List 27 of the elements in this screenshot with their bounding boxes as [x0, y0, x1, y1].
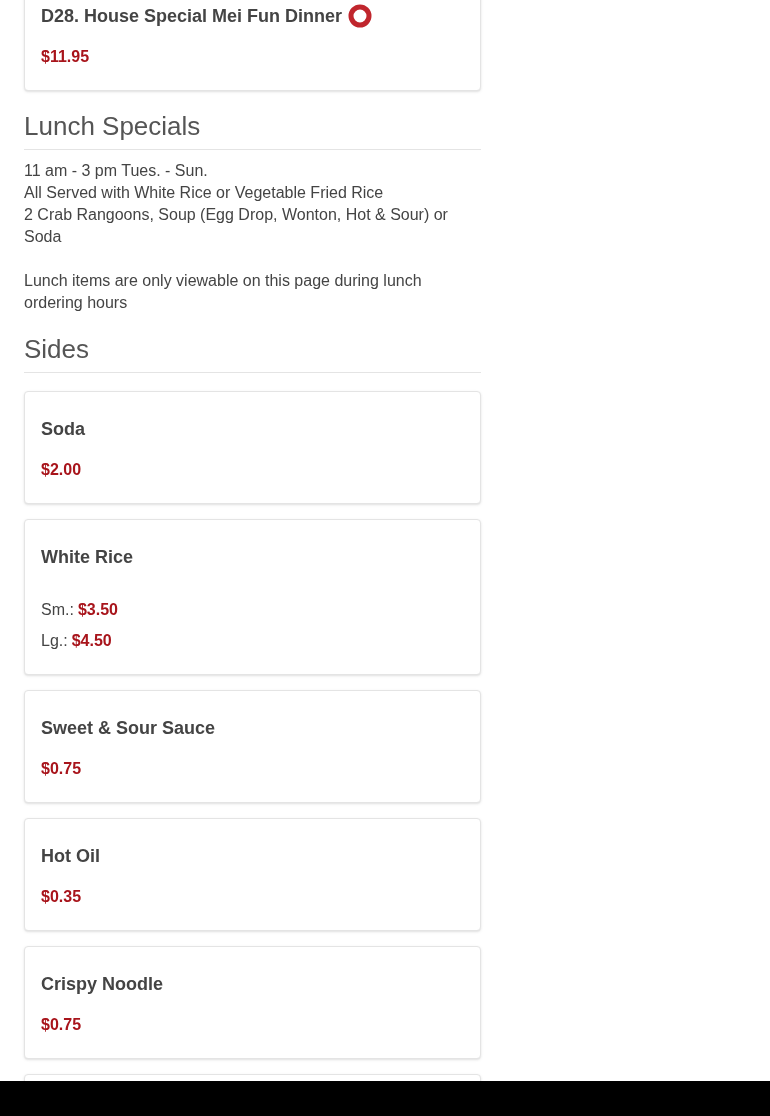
item-price: $0.75 [41, 759, 82, 779]
item-name: Sweet & Sour Sauce [41, 717, 216, 740]
menu-item-card[interactable]: Crispy Noodle $0.75 [24, 946, 481, 1059]
menu-item-card[interactable]: Hot Oil $0.35 [24, 818, 481, 931]
item-price: $11.95 [41, 47, 90, 67]
item-name: Hot Oil [41, 845, 100, 868]
item-price: $0.35 [41, 887, 82, 907]
size-label: Sm.: [41, 600, 74, 620]
menu-item-card[interactable]: D28. House Special Mei Fun Dinner $11.95 [24, 0, 481, 91]
size-label: Lg.: [41, 631, 68, 651]
description-text: 11 am - 3 pm Tues. - Sun. [24, 161, 209, 181]
description-text: 2 Crab Rangoons, Soup (Egg Drop, Wonton, Hot & Sour) or Soda [24, 205, 449, 247]
item-price: $4.50 [71, 631, 112, 651]
menu-item-card[interactable]: Soda $2.00 [24, 391, 481, 504]
item-price: $0.75 [41, 1015, 82, 1035]
menu-item-card[interactable]: Sweet & Sour Sauce $0.75 [24, 690, 481, 803]
section-heading: Sides [24, 332, 481, 373]
menu-item-card[interactable]: White Rice Sm.: $3.50 Lg.: $4.50 [24, 519, 481, 675]
item-name: Soda [41, 418, 85, 441]
item-name: Crispy Noodle [41, 973, 164, 996]
description-text: All Served with White Rice or Vegetable Fried Rice [24, 183, 385, 203]
item-name: D28. House Special Mei Fun Dinner [41, 5, 343, 28]
item-price: $3.50 [77, 600, 118, 620]
note-text: Lunch items are only viewable on this page during lunch ordering hours [24, 271, 423, 313]
item-name: White Rice [41, 546, 133, 569]
section-heading: Lunch Specials [24, 109, 481, 150]
item-price: $2.00 [41, 460, 82, 480]
